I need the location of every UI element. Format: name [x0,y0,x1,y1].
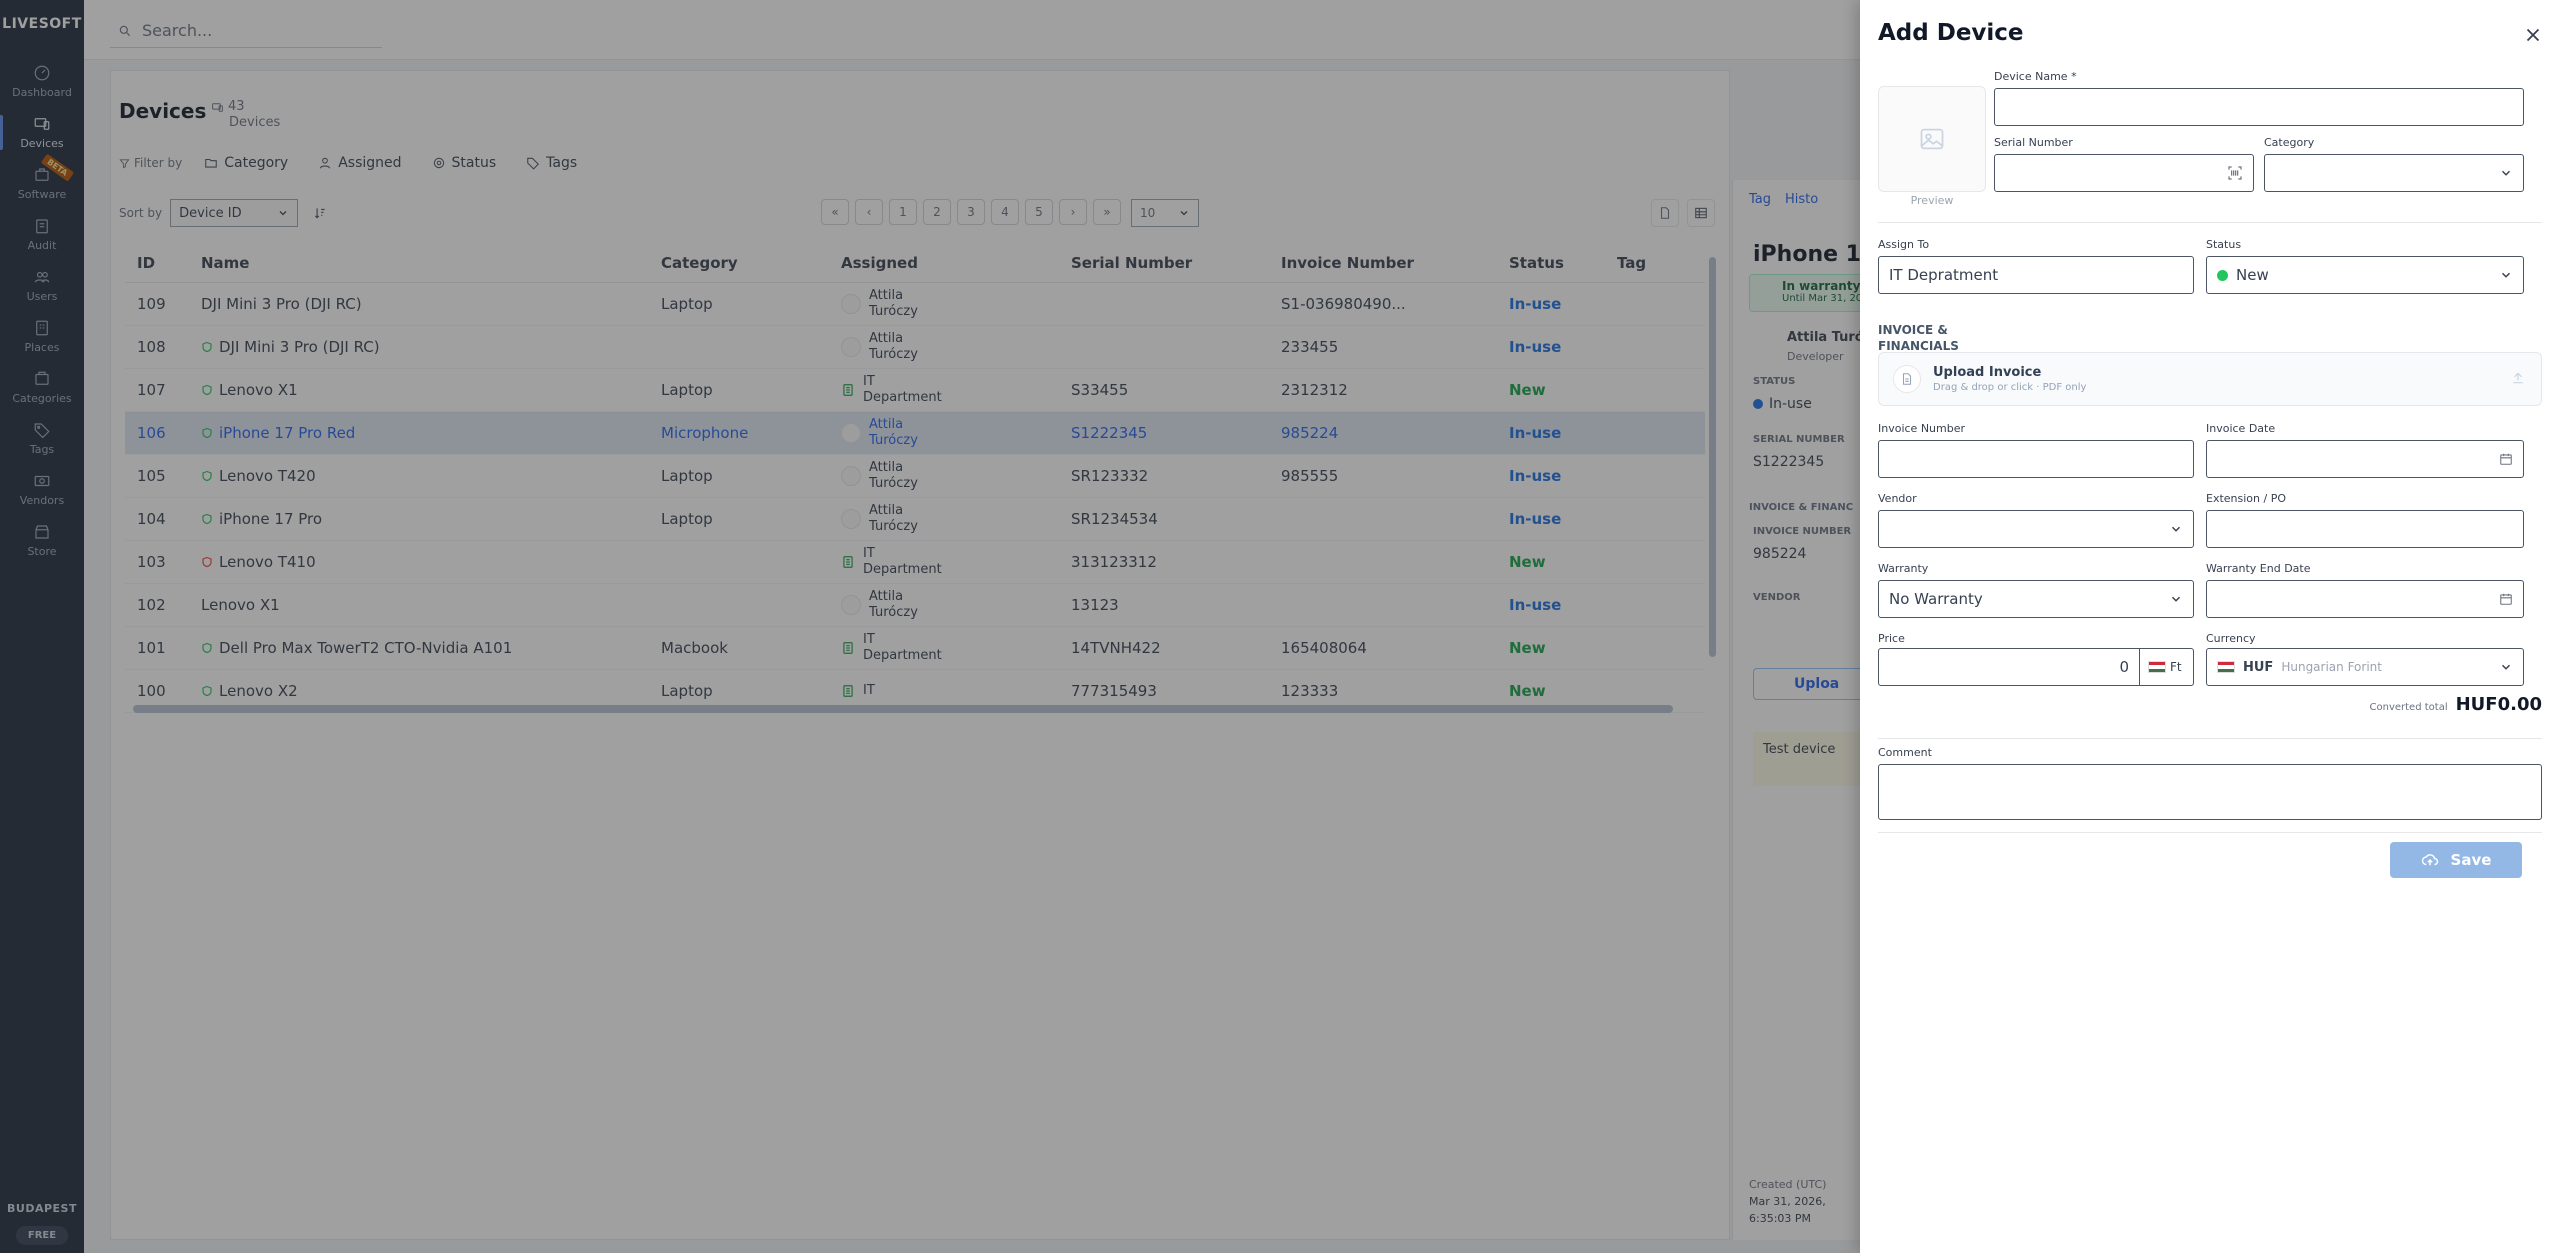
calendar-icon[interactable] [2499,452,2513,466]
hungary-flag-icon [2148,661,2166,673]
currency-select[interactable]: HUF Hungarian Forint [2206,648,2524,686]
chevron-down-icon [2171,596,2181,602]
cloud-upload-icon [2421,854,2438,866]
chevron-down-icon [2501,272,2511,278]
hungary-flag-icon [2217,661,2235,673]
category-select[interactable] [2264,154,2524,192]
drawer-title: Add Device [1878,20,2024,46]
invoice-number-input[interactable] [1878,440,2194,478]
converted-total: Converted total HUF0.00 [2369,694,2542,715]
invoice-date-input[interactable] [2206,440,2524,478]
status-label: Status [2206,238,2242,251]
calendar-icon[interactable] [2499,592,2513,606]
comment-label: Comment [1878,746,1932,759]
device-name-input[interactable] [1994,88,2524,126]
barcode-scan-icon[interactable] [2227,165,2243,181]
image-icon [1920,128,1944,150]
section-invoice-financials: INVOICE & FINANCIALS [1878,323,1959,353]
save-button[interactable]: Save [2390,842,2522,878]
assign-to-input[interactable]: IT Depratment [1878,256,2194,294]
invoice-date-label: Invoice Date [2206,422,2276,435]
divider [1878,738,2542,739]
warranty-select[interactable]: No Warranty [1878,580,2194,618]
close-icon [2526,28,2540,42]
vendor-select[interactable] [1878,510,2194,548]
upload-hint: Drag & drop or click · PDF only [1933,382,2087,393]
upload-icon [2513,372,2523,384]
invoice-number-label: Invoice Number [1878,422,1966,435]
divider [1878,222,2542,223]
device-name-label: Device Name * [1994,70,2077,83]
status-dot [2217,269,2228,281]
chevron-down-icon [2171,526,2181,532]
vendor-label: Vendor [1878,492,1917,505]
assign-to-label: Assign To [1878,238,1930,251]
extension-po-label: Extension / PO [2206,492,2286,505]
close-button[interactable] [2522,24,2544,46]
warranty-end-date-input[interactable] [2206,580,2524,618]
price-currency-badge: Ft [2140,648,2194,686]
price-label: Price [1878,632,1905,645]
document-icon [1902,373,1912,385]
price-input[interactable]: 0 [1878,648,2140,686]
warranty-label: Warranty [1878,562,1929,575]
extension-po-input[interactable] [2206,510,2524,548]
preview-label: Preview [1910,194,1954,207]
upload-invoice-dropzone[interactable]: Upload Invoice Drag & drop or click · PD… [1878,352,2542,406]
serial-number-label: Serial Number [1994,136,2073,149]
chevron-down-icon [2501,170,2511,176]
upload-title: Upload Invoice [1933,365,2042,380]
warranty-end-date-label: Warranty End Date [2206,562,2311,575]
comment-textarea[interactable] [1878,764,2542,820]
image-preview[interactable] [1878,86,1986,192]
serial-number-input[interactable] [1994,154,2254,192]
divider [1878,832,2542,833]
status-select[interactable]: New [2206,256,2524,294]
chevron-down-icon [2501,664,2511,670]
category-label: Category [2264,136,2315,149]
add-device-drawer: Add Device Preview Device Name * Serial … [1860,0,2560,1253]
currency-label: Currency [2206,632,2256,645]
